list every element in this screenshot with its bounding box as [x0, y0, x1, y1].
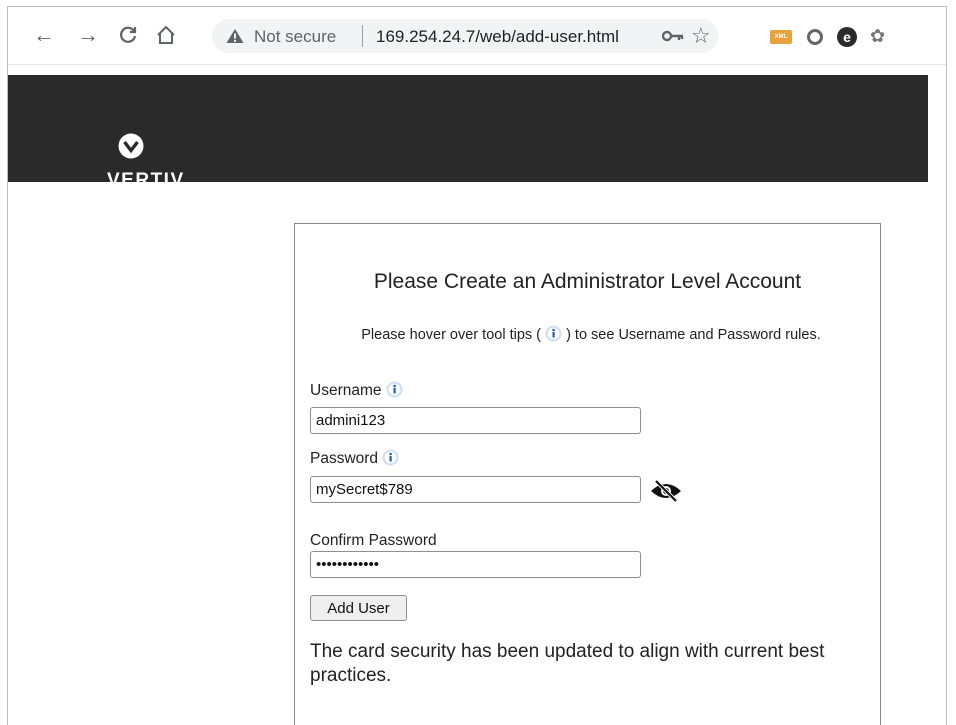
home-icon[interactable] — [154, 23, 178, 47]
circle-extension-icon[interactable] — [807, 29, 823, 45]
add-user-panel: Please Create an Administrator Level Acc… — [294, 223, 881, 725]
password-label-text: Password — [310, 450, 379, 467]
browser-toolbar: ← → Not secure 169.254.24.7/web/add-user… — [8, 7, 946, 65]
tooltip-hint: Please hover over tool tips ( ) to see U… — [325, 325, 857, 345]
password-label: Password — [310, 449, 399, 468]
confirm-password-label: Confirm Password — [310, 532, 437, 549]
key-icon[interactable] — [662, 29, 684, 43]
brand-name: VERTIV — [107, 170, 185, 191]
security-label[interactable]: Not secure — [254, 27, 336, 47]
security-notice: The card security has been updated to al… — [310, 641, 825, 686]
address-bar[interactable]: Not secure 169.254.24.7/web/add-user.htm… — [212, 19, 718, 53]
address-separator — [362, 25, 363, 47]
reload-icon[interactable] — [116, 23, 140, 47]
hint-text-after: ) to see Username and Password rules. — [566, 327, 821, 343]
username-label: Username — [310, 381, 403, 400]
username-input[interactable] — [310, 407, 641, 434]
star-icon[interactable]: ☆ — [691, 23, 711, 49]
brand-trademark: . — [184, 179, 187, 188]
forward-icon[interactable]: → — [76, 23, 100, 47]
warning-icon[interactable] — [226, 28, 244, 44]
page-title: Please Create an Administrator Level Acc… — [373, 270, 802, 293]
add-user-button[interactable]: Add User — [310, 595, 407, 621]
brand-header — [8, 75, 928, 182]
hint-text-before: Please hover over tool tips ( — [361, 327, 541, 343]
info-icon[interactable] — [545, 325, 562, 342]
username-label-text: Username — [310, 382, 382, 399]
vertiv-logo-icon — [118, 133, 144, 159]
password-input[interactable] — [310, 476, 641, 503]
puzzle-extension-icon[interactable]: ✿ — [870, 26, 890, 46]
toggle-password-visibility-icon[interactable] — [650, 480, 682, 502]
url-text[interactable]: 169.254.24.7/web/add-user.html — [376, 27, 619, 47]
xml-extension-icon[interactable]: XML — [770, 30, 792, 44]
confirm-password-input[interactable] — [310, 551, 641, 578]
vertiv-logo-text: VERTIV. — [107, 170, 187, 192]
browser-window: ← → Not secure 169.254.24.7/web/add-user… — [7, 6, 947, 725]
username-info-icon[interactable] — [386, 381, 403, 398]
back-icon[interactable]: ← — [32, 23, 56, 47]
password-info-icon[interactable] — [382, 449, 399, 466]
e-extension-icon[interactable]: e — [837, 27, 857, 47]
